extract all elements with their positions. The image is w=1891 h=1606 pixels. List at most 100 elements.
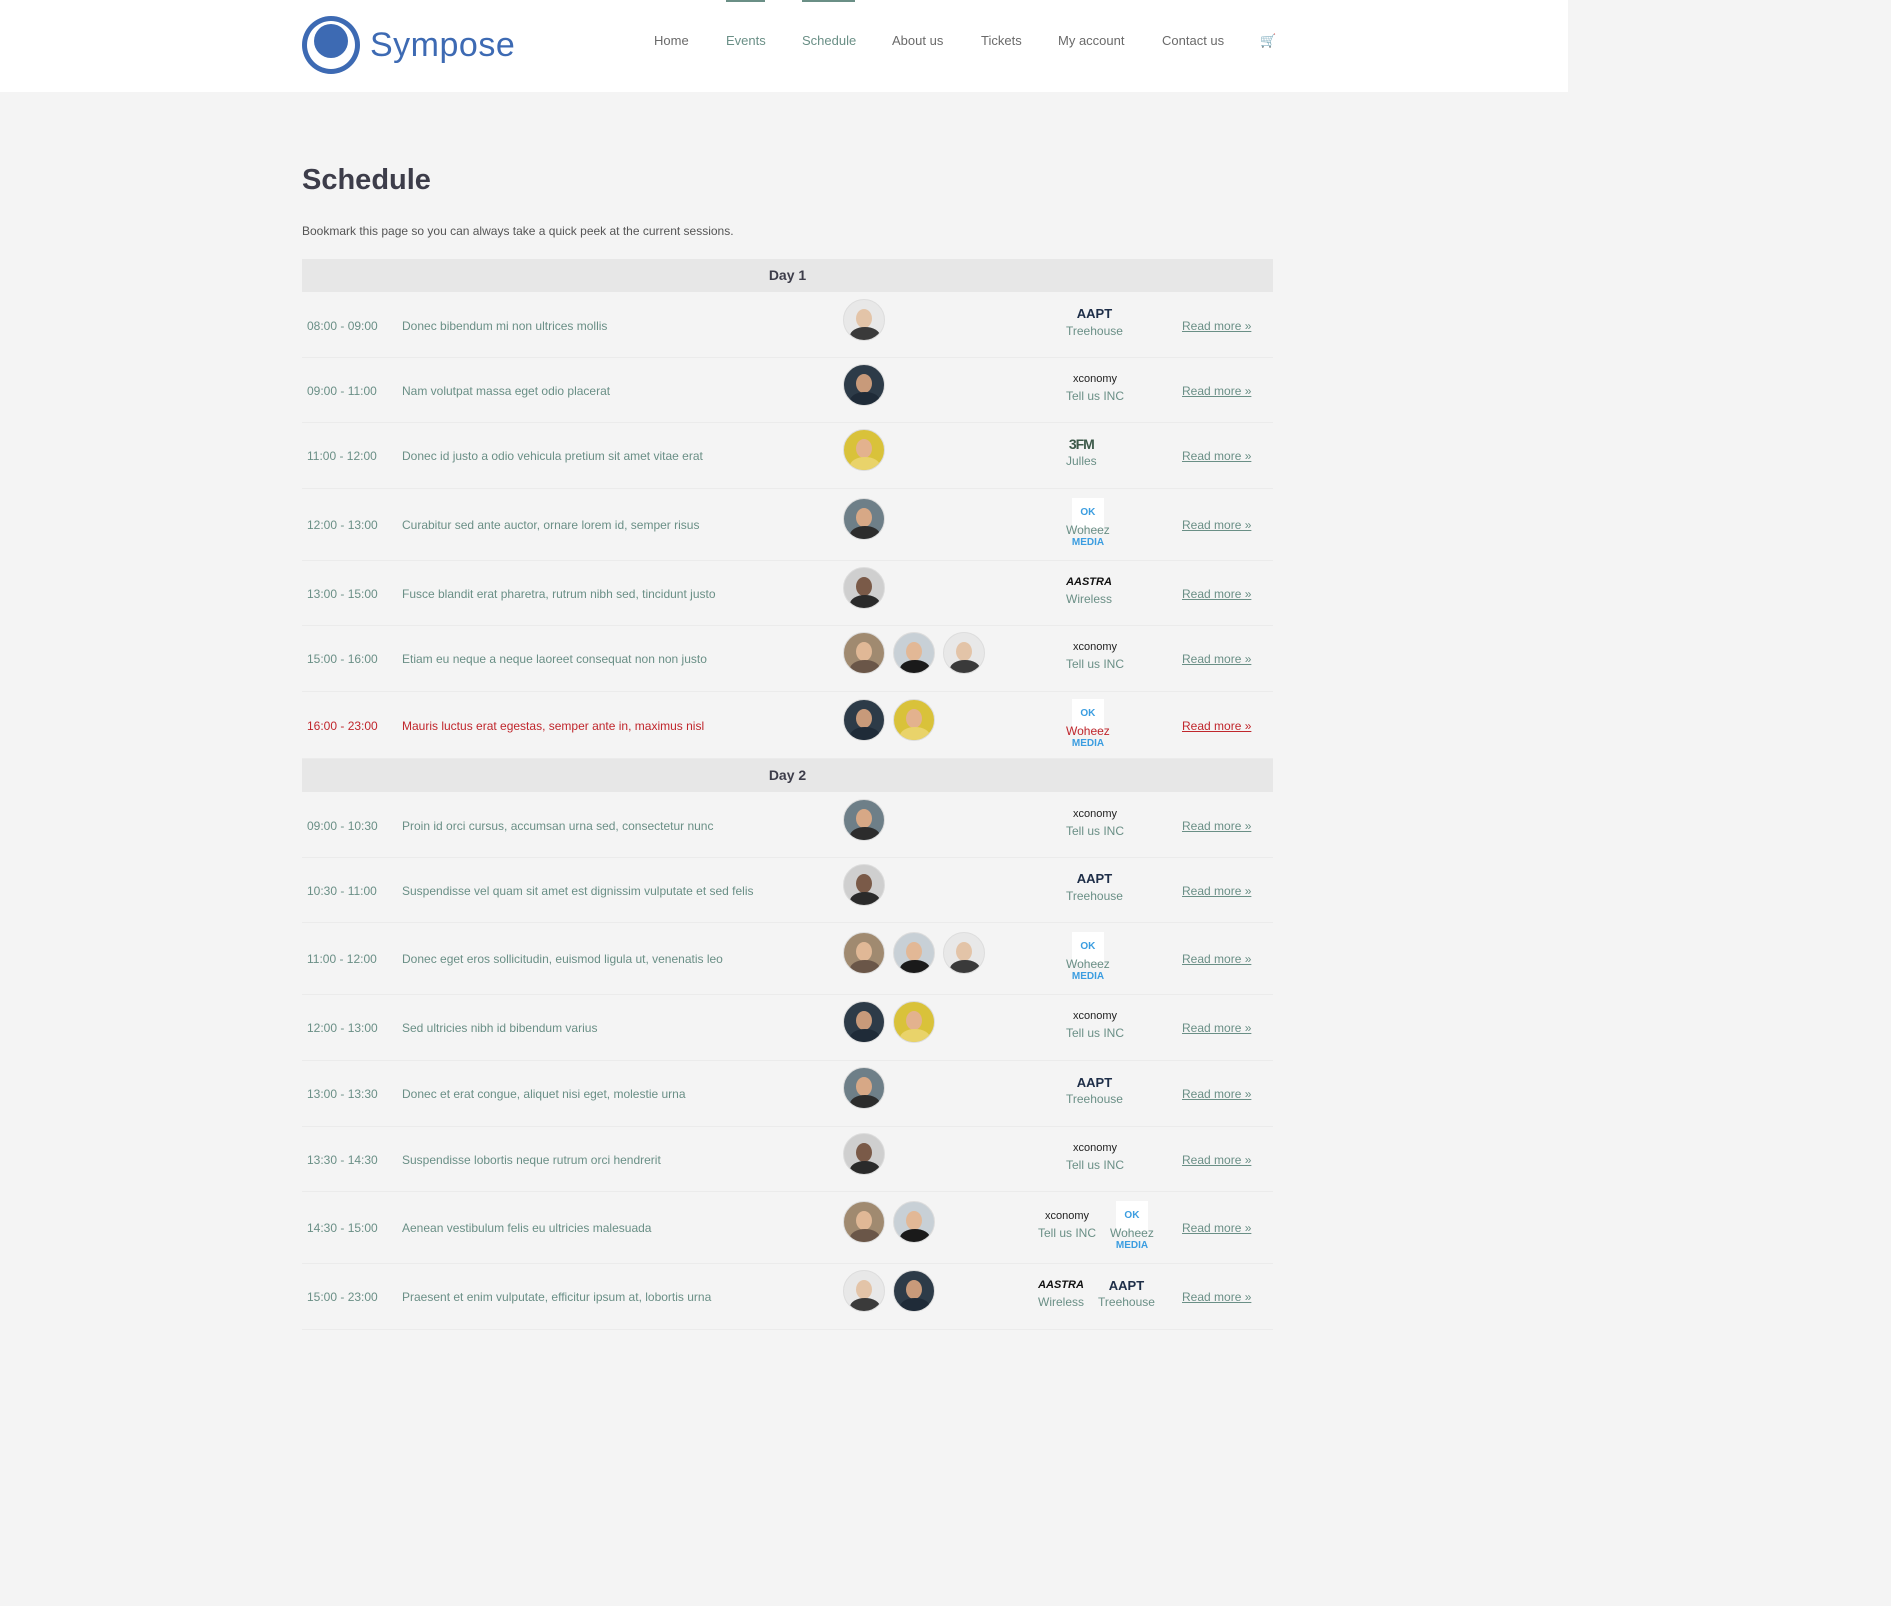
nav-item-contact-us[interactable]: Contact us <box>1162 33 1224 48</box>
speaker-body <box>850 594 880 608</box>
read-more-link[interactable]: Read more » <box>1182 952 1251 966</box>
sponsor[interactable]: OK MEDIA Woheez <box>1066 698 1110 749</box>
speaker-avatar[interactable] <box>843 298 885 341</box>
speaker-face <box>856 873 872 893</box>
session-row: 13:30 - 14:30 Suspendisse lobortis neque … <box>302 1127 1273 1192</box>
speaker-avatar[interactable] <box>893 932 935 974</box>
session-title-link[interactable]: Nam volutpat massa eget odio placerat <box>402 384 610 398</box>
sponsor[interactable]: AAPT Treehouse <box>1066 871 1123 903</box>
session-title-link[interactable]: Donec et erat congue, aliquet nisi eget,… <box>402 1087 686 1101</box>
speaker-body <box>900 960 930 973</box>
cart-icon[interactable]: 🛒 <box>1260 33 1276 49</box>
session-title-link[interactable]: Donec id justo a odio vehicula pretium s… <box>402 449 703 463</box>
session-title-link[interactable]: Proin id orci cursus, accumsan urna sed,… <box>402 819 713 833</box>
read-more-link[interactable]: Read more » <box>1182 1290 1251 1304</box>
read-more-link[interactable]: Read more » <box>1182 1087 1251 1101</box>
nav-item-events[interactable]: Events <box>726 33 766 48</box>
read-more-link[interactable]: Read more » <box>1182 384 1251 398</box>
speaker-avatar[interactable] <box>843 863 885 906</box>
session-title-link[interactable]: Mauris luctus erat egestas, semper ante … <box>402 719 704 733</box>
sponsor[interactable]: AAPT Treehouse <box>1066 306 1123 338</box>
session-row: 16:00 - 23:00 Mauris luctus erat egestas,… <box>302 692 1273 759</box>
session-title-link[interactable]: Praesent et enim vulputate, efficitur ip… <box>402 1290 711 1304</box>
speaker-avatar[interactable] <box>893 1270 935 1312</box>
speaker-avatar[interactable] <box>843 498 885 540</box>
read-more-link[interactable]: Read more » <box>1182 1153 1251 1167</box>
nav-item-my-account[interactable]: My account <box>1058 33 1124 48</box>
sponsor[interactable]: xconomy Tell us INC <box>1038 1208 1096 1240</box>
speaker-body <box>850 960 880 973</box>
sponsor[interactable]: xconomy Tell us INC <box>1066 371 1124 403</box>
speaker-avatar[interactable] <box>843 932 885 974</box>
speaker-avatar[interactable] <box>843 1001 885 1043</box>
nav-item-schedule[interactable]: Schedule <box>802 33 856 48</box>
speaker-avatar[interactable] <box>943 632 985 674</box>
session-row: 15:00 - 16:00 Etiam eu neque a neque laor… <box>302 626 1273 692</box>
speaker-avatar[interactable] <box>843 632 885 674</box>
sponsor[interactable]: AAPT Treehouse <box>1066 1074 1123 1107</box>
read-more-link[interactable]: Read more » <box>1182 587 1251 601</box>
sponsor-name: Wireless <box>1066 591 1113 606</box>
speaker-avatar[interactable] <box>843 1132 885 1175</box>
session-row: 11:00 - 12:00 Donec eget eros sollicitudi… <box>302 923 1273 995</box>
speaker-body <box>850 660 880 673</box>
sponsor-name: Woheez <box>1066 957 1110 971</box>
nav-item-home[interactable]: Home <box>654 33 689 48</box>
sponsor[interactable]: OK MEDIA Woheez <box>1066 932 1110 982</box>
sponsor[interactable]: OK MEDIA Woheez <box>1066 498 1110 548</box>
session-speakers <box>843 1201 935 1243</box>
sponsor-name: Tell us INC <box>1038 1226 1097 1240</box>
read-more-link[interactable]: Read more » <box>1182 319 1251 333</box>
read-more-link[interactable]: Read more » <box>1182 819 1251 833</box>
sponsor[interactable]: AASTRA Wireless <box>1038 1277 1084 1309</box>
read-more-link[interactable]: Read more » <box>1182 652 1251 666</box>
read-more-link[interactable]: Read more » <box>1182 449 1251 463</box>
sponsor[interactable]: 3FM Julles <box>1066 436 1097 468</box>
speaker-avatar[interactable] <box>843 1067 885 1109</box>
speaker-avatar[interactable] <box>843 1201 885 1243</box>
read-more-link[interactable]: Read more » <box>1182 719 1251 733</box>
session-title-link[interactable]: Sed ultricies nibh id bibendum varius <box>402 1021 597 1035</box>
read-more-link[interactable]: Read more » <box>1182 518 1251 532</box>
speaker-avatar[interactable] <box>893 632 935 674</box>
sponsor-name: Treehouse <box>1066 1092 1123 1106</box>
speaker-avatar[interactable] <box>843 566 885 609</box>
session-title-link[interactable]: Fusce blandit erat pharetra, rutrum nibh… <box>402 587 716 601</box>
speaker-face <box>856 1211 872 1230</box>
speaker-avatar[interactable] <box>893 1001 935 1043</box>
session-title-link[interactable]: Etiam eu neque a neque laoreet consequat… <box>402 652 707 666</box>
speaker-avatar[interactable] <box>893 1201 935 1243</box>
sponsor[interactable]: AAPT Treehouse <box>1098 1277 1155 1310</box>
session-time: 09:00 - 10:30 <box>307 818 378 833</box>
session-title-link[interactable]: Aenean vestibulum felis eu ultricies mal… <box>402 1221 651 1235</box>
sponsor[interactable]: xconomy Tell us INC <box>1066 806 1124 838</box>
sponsor[interactable]: OK MEDIA Woheez <box>1110 1201 1154 1251</box>
session-speakers <box>843 698 935 741</box>
session-title-link[interactable]: Donec bibendum mi non ultrices mollis <box>402 319 607 333</box>
speaker-avatar[interactable] <box>943 932 985 974</box>
nav-item-tickets[interactable]: Tickets <box>981 33 1022 48</box>
nav-item-about-us[interactable]: About us <box>892 33 943 48</box>
read-more-link[interactable]: Read more » <box>1182 1221 1251 1235</box>
speaker-avatar[interactable] <box>843 698 885 741</box>
sponsor[interactable]: AASTRA Wireless <box>1066 574 1112 606</box>
session-sponsors: OK MEDIA Woheez <box>1066 698 1110 749</box>
speaker-avatar[interactable] <box>843 429 885 471</box>
sponsor[interactable]: xconomy Tell us INC <box>1066 1140 1124 1172</box>
session-title-link[interactable]: Curabitur sed ante auctor, ornare lorem … <box>402 518 699 532</box>
speaker-face <box>856 439 872 458</box>
speaker-face <box>906 942 922 961</box>
session-sponsors: xconomy Tell us INC <box>1066 806 1124 838</box>
speaker-avatar[interactable] <box>893 698 935 741</box>
session-title-link[interactable]: Suspendisse vel quam sit amet est dignis… <box>402 884 754 898</box>
read-more-link[interactable]: Read more » <box>1182 1021 1251 1035</box>
speaker-face <box>856 642 872 661</box>
sponsor[interactable]: xconomy Tell us INC <box>1066 1008 1124 1040</box>
session-title-link[interactable]: Donec eget eros sollicitudin, euismod li… <box>402 952 723 966</box>
speaker-avatar[interactable] <box>843 798 885 841</box>
speaker-avatar[interactable] <box>843 1270 885 1312</box>
speaker-avatar[interactable] <box>843 363 885 406</box>
session-title-link[interactable]: Suspendisse lobortis neque rutrum orci h… <box>402 1153 661 1167</box>
sponsor[interactable]: xconomy Tell us INC <box>1066 639 1124 671</box>
read-more-link[interactable]: Read more » <box>1182 884 1251 898</box>
